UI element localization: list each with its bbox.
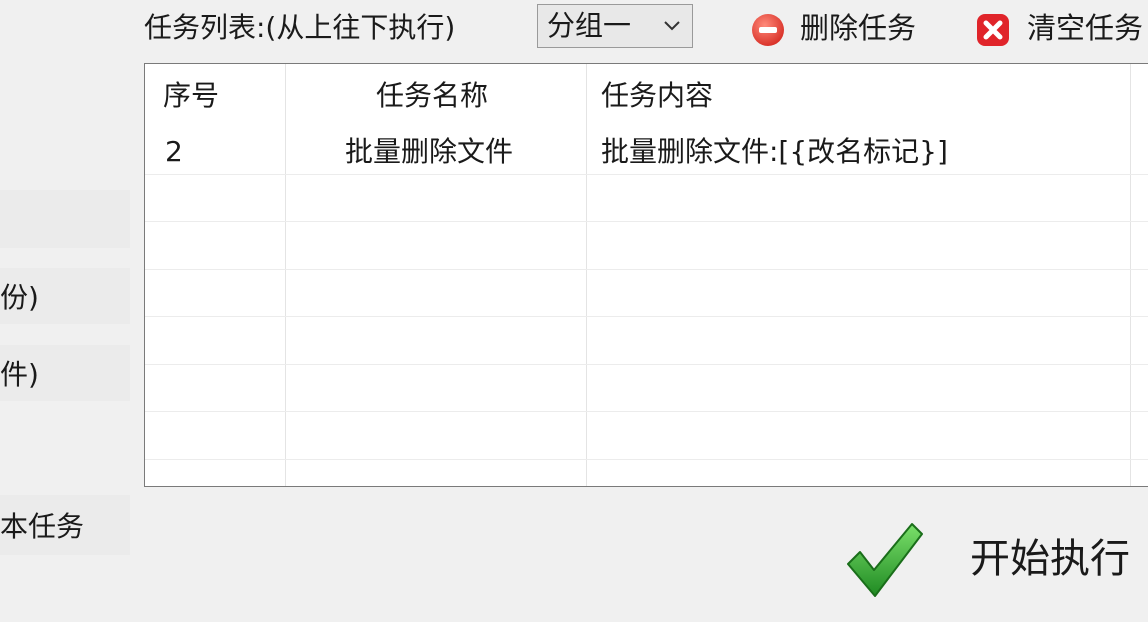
- left-panel-item-blank[interactable]: [0, 190, 130, 248]
- row-divider: [145, 221, 1148, 222]
- clear-tasks-button[interactable]: 清空任务: [975, 6, 1148, 50]
- task-table[interactable]: 序号 任务名称 任务内容 2 批量删除文件 批量删除文件:[{改名标记}]: [144, 63, 1148, 487]
- left-panel-item-label: 本任务: [0, 510, 85, 543]
- group-select-value: 分组一: [547, 9, 632, 42]
- column-header-name[interactable]: 任务名称: [376, 76, 488, 116]
- column-divider: [285, 64, 286, 486]
- row-task-name: 批量删除文件: [345, 135, 514, 168]
- start-button-label: 开始执行: [970, 536, 1130, 582]
- delete-task-label: 删除任务: [800, 11, 917, 45]
- check-icon: [847, 523, 923, 597]
- row-divider: [145, 316, 1148, 317]
- row-divider: [145, 411, 1148, 412]
- column-header-content[interactable]: 任务内容: [601, 76, 713, 116]
- clear-tasks-label: 清空任务: [1027, 11, 1144, 45]
- row-divider: [145, 174, 1148, 175]
- left-panel-item-label: 份): [0, 281, 39, 314]
- minus-circle-icon: [752, 14, 784, 46]
- row-divider: [145, 269, 1148, 270]
- left-panel-item-file[interactable]: 件): [0, 345, 130, 401]
- row-divider: [145, 459, 1148, 460]
- chevron-down-icon: [664, 21, 680, 31]
- row-index: 2: [165, 135, 183, 168]
- delete-task-button[interactable]: 删除任务: [750, 6, 925, 50]
- group-select[interactable]: 分组一: [537, 4, 693, 48]
- left-panel-item-task[interactable]: 本任务: [0, 495, 130, 555]
- column-divider: [1130, 64, 1131, 486]
- clear-x-icon: [977, 14, 1009, 46]
- row-divider: [145, 364, 1148, 365]
- row-task-content: 批量删除文件:[{改名标记}]: [601, 135, 948, 168]
- column-header-index[interactable]: 序号: [163, 76, 219, 116]
- left-panel-item-backup[interactable]: 份): [0, 268, 130, 324]
- left-panel-item-label: 件): [0, 358, 39, 391]
- column-divider: [586, 64, 587, 486]
- left-panel: 份) 件) 本任务: [0, 0, 140, 622]
- task-list-label: 任务列表:(从上往下执行): [144, 11, 456, 44]
- start-button[interactable]: 开始执行: [790, 492, 1148, 622]
